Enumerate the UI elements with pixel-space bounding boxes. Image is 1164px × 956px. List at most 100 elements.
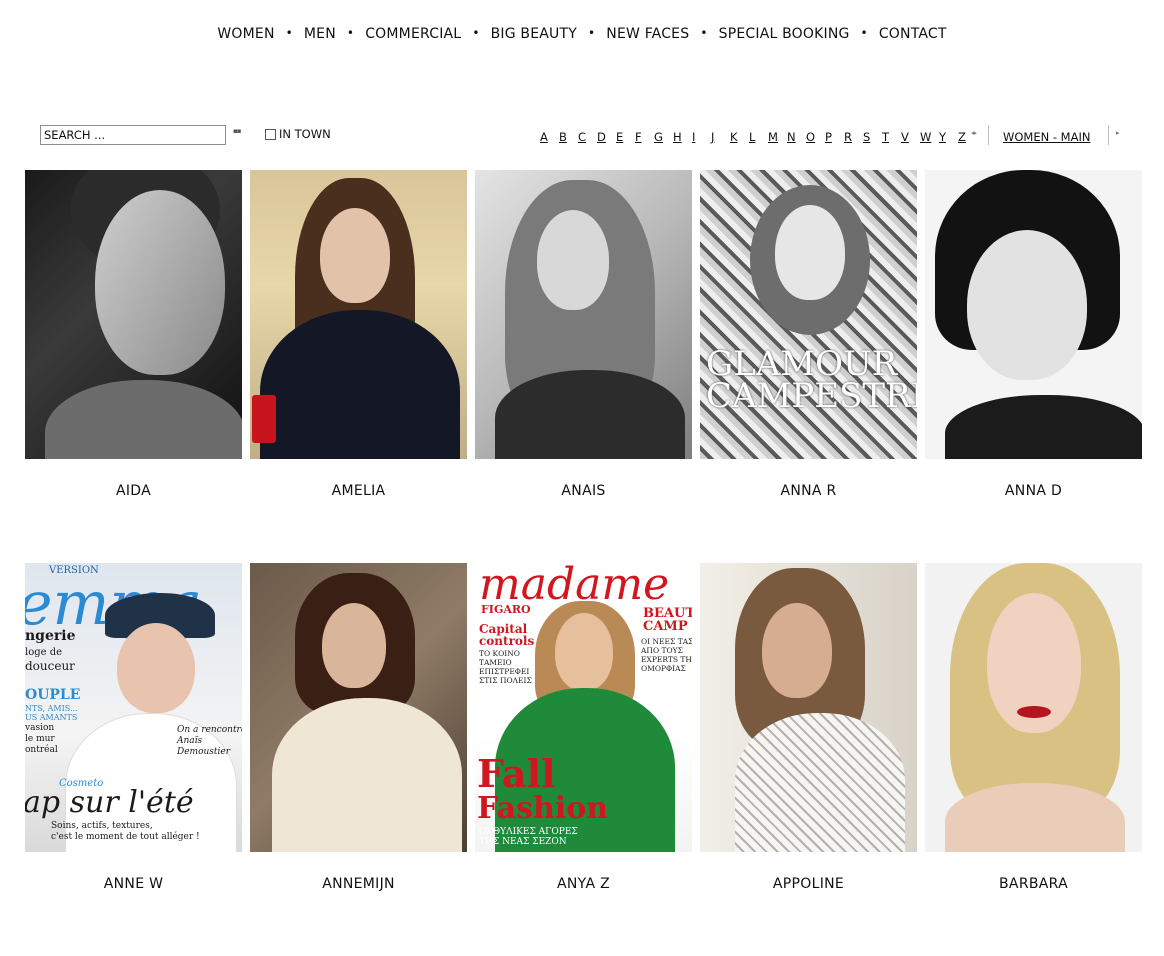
body <box>495 370 685 459</box>
alpha-letter[interactable]: T <box>882 130 901 144</box>
in-town-checkbox[interactable] <box>265 128 276 140</box>
face <box>117 623 195 713</box>
model-photo[interactable] <box>700 563 917 852</box>
model-name[interactable]: ANYA Z <box>475 876 692 892</box>
model-card[interactable]: AMELIA <box>250 170 467 499</box>
model-card[interactable]: ANNEMIJN <box>250 563 467 892</box>
model-card[interactable]: AIDA <box>25 170 242 499</box>
in-town-label: IN TOWN <box>279 127 331 141</box>
alpha-letter[interactable]: F <box>635 130 654 144</box>
search-go-icon[interactable]: ▪▪ <box>233 127 241 135</box>
jacket <box>260 310 460 459</box>
divider <box>1108 125 1109 145</box>
cover-fashion: Fashion <box>477 791 609 826</box>
nav-men[interactable]: MEN <box>304 26 336 42</box>
model-name[interactable]: ANNA R <box>700 483 917 499</box>
cover-rencontre: On a rencontré Anaïs Demoustier <box>177 725 242 757</box>
alpha-letter[interactable]: R <box>844 130 863 144</box>
model-name[interactable]: ANNE W <box>25 876 242 892</box>
nav-big-beauty[interactable]: BIG BEAUTY <box>491 26 577 42</box>
alpha-letter[interactable]: Y <box>939 130 958 144</box>
model-photo[interactable] <box>25 170 242 459</box>
model-name[interactable]: AMELIA <box>250 483 467 499</box>
alpha-letter[interactable]: K <box>730 130 749 144</box>
alpha-letter[interactable]: O <box>806 130 825 144</box>
cover-eloge: loge de <box>25 647 63 658</box>
alpha-letter[interactable]: C <box>578 130 597 144</box>
model-photo[interactable] <box>475 170 692 459</box>
nav-separator: • <box>860 26 868 40</box>
next-arrow-icon[interactable]: ▸ <box>1116 129 1119 137</box>
cover-amants: NTS, AMIS... US AMANTS <box>25 704 78 722</box>
alphabet-arrow-icon: ◂▸ <box>971 129 977 137</box>
model-card[interactable]: ANNA D <box>925 170 1142 499</box>
model-name[interactable]: APPOLINE <box>700 876 917 892</box>
model-name[interactable]: ANAIS <box>475 483 692 499</box>
alpha-letter[interactable]: P <box>825 130 844 144</box>
cover-figaro: FIGARO <box>481 603 531 616</box>
model-photo[interactable] <box>250 563 467 852</box>
alpha-letter[interactable]: N <box>787 130 806 144</box>
face <box>555 613 613 691</box>
face <box>320 208 390 303</box>
alpha-letter[interactable]: M <box>768 130 787 144</box>
alpha-letter[interactable]: A <box>540 130 559 144</box>
alpha-letter[interactable]: H <box>673 130 692 144</box>
face <box>322 603 386 688</box>
nav-special-booking[interactable]: SPECIAL BOOKING <box>719 26 850 42</box>
model-card[interactable]: BARBARA <box>925 563 1142 892</box>
nav-separator: • <box>700 26 708 40</box>
cover-sub: Soins, actifs, textures, c'est le moment… <box>51 821 200 842</box>
shoulder <box>45 380 242 459</box>
lips <box>1017 706 1051 718</box>
alpha-letter[interactable]: D <box>597 130 616 144</box>
model-card[interactable]: ANAIS <box>475 170 692 499</box>
cover-beauty-sub: ΟΙ ΝΕΕΣ ΤΑΣΕΙΣ ΑΠΟ ΤΟΥΣ EXPERTS ΤΗΣ ΟΜΟΡ… <box>641 637 692 673</box>
model-card[interactable]: madame FIGARO BEAUTY CAMP ΟΙ ΝΕΕΣ ΤΑΣΕΙΣ… <box>475 563 692 892</box>
alpha-letter[interactable]: L <box>749 130 768 144</box>
model-photo[interactable]: madame FIGARO BEAUTY CAMP ΟΙ ΝΕΕΣ ΤΑΣΕΙΣ… <box>475 563 692 852</box>
cover-douceur: douceur <box>25 659 75 673</box>
search-area: ▪▪ <box>40 124 241 145</box>
search-input[interactable] <box>40 124 226 145</box>
model-photo[interactable] <box>925 563 1142 852</box>
face <box>967 230 1087 380</box>
alpha-letter[interactable]: E <box>616 130 635 144</box>
blouse <box>272 698 462 852</box>
women-main-link[interactable]: WOMEN - MAIN <box>1003 130 1090 144</box>
model-name[interactable]: BARBARA <box>925 876 1142 892</box>
cover-headline: ap sur l'été <box>25 785 194 820</box>
alpha-letter[interactable]: W <box>920 130 939 144</box>
grid-row: VERSION emma ngerie loge de douceur OUPL… <box>25 563 1142 892</box>
in-town-filter[interactable]: IN TOWN <box>265 127 331 141</box>
model-card[interactable]: APPOLINE <box>700 563 917 892</box>
nav-separator: • <box>346 26 355 40</box>
model-name[interactable]: ANNA D <box>925 483 1142 499</box>
alpha-letter[interactable]: B <box>559 130 578 144</box>
alpha-letter[interactable]: S <box>863 130 882 144</box>
nav-contact[interactable]: CONTACT <box>879 26 947 42</box>
alpha-letter[interactable]: V <box>901 130 920 144</box>
alpha-letter[interactable]: J <box>711 130 730 144</box>
model-photo[interactable]: GLAMOUR CAMPESTRE <box>700 170 917 459</box>
alpha-letter[interactable]: I <box>692 130 711 144</box>
nav-women[interactable]: WOMEN <box>217 26 274 42</box>
model-photo[interactable]: VERSION emma ngerie loge de douceur OUPL… <box>25 563 242 852</box>
shoulder <box>945 395 1142 459</box>
cover-headline: GLAMOUR CAMPESTRE <box>706 344 917 416</box>
cover-beauty: BEAUTY CAMP <box>643 606 692 634</box>
face <box>762 603 832 698</box>
shoulder <box>945 783 1125 852</box>
model-name[interactable]: AIDA <box>25 483 242 499</box>
nav-separator: • <box>285 26 293 40</box>
nav-commercial[interactable]: COMMERCIAL <box>365 26 461 42</box>
model-photo[interactable] <box>925 170 1142 459</box>
divider <box>988 125 989 145</box>
nav-new-faces[interactable]: NEW FACES <box>606 26 689 42</box>
model-photo[interactable] <box>250 170 467 459</box>
model-card[interactable]: VERSION emma ngerie loge de douceur OUPL… <box>25 563 242 892</box>
model-card[interactable]: GLAMOUR CAMPESTRE ANNA R <box>700 170 917 499</box>
model-name[interactable]: ANNEMIJN <box>250 876 467 892</box>
cover-fall: Fall <box>477 751 556 796</box>
alpha-letter[interactable]: G <box>654 130 673 144</box>
